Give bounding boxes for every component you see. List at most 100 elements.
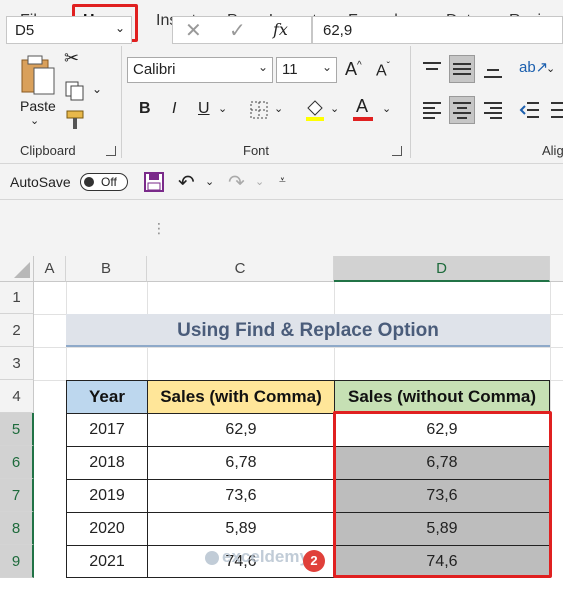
table-cell-with-comma[interactable]: 6,78 [147, 446, 335, 480]
sheet-title[interactable]: Using Find & Replace Option [66, 314, 550, 347]
formula-input[interactable]: 62,9 [312, 16, 563, 44]
font-group-label: Font [243, 143, 270, 158]
copy-dropdown-icon[interactable]: ⌄ [92, 82, 102, 96]
enter-icon[interactable]: ✓ [229, 18, 246, 43]
column-header-b[interactable]: B [66, 256, 147, 282]
selection-highlight-box [333, 411, 552, 578]
row-header-6[interactable]: 6 [0, 446, 34, 479]
autosave-label: AutoSave [10, 174, 71, 190]
header-without-comma[interactable]: Sales (without Comma) [334, 380, 550, 414]
watermark-text: exceldemy [222, 547, 309, 566]
increase-font-size-icon[interactable]: A^ [345, 59, 362, 80]
chevron-down-icon: ⌄ [321, 60, 332, 74]
font-name-combo[interactable]: Calibri ⌄ [127, 57, 273, 83]
column-header-d[interactable]: D [334, 256, 550, 282]
paste-label: Paste [20, 98, 56, 114]
table-cell-with-comma[interactable]: 73,6 [147, 479, 335, 513]
chevron-down-icon: ⌄ [257, 60, 268, 74]
header-year[interactable]: Year [66, 380, 148, 414]
save-icon[interactable] [143, 171, 165, 193]
watermark-logo-icon [205, 550, 219, 565]
column-header-e[interactable] [550, 256, 563, 282]
font-color-button[interactable]: A [352, 96, 374, 122]
customize-qat-icon[interactable]: ⩡ [279, 173, 286, 188]
table-cell-with-comma[interactable]: 62,9 [147, 413, 335, 447]
formula-bar-buttons: ✕ ✓ fx [172, 16, 312, 44]
orientation-dropdown-icon[interactable]: ⌄ [546, 62, 555, 75]
paste-button[interactable]: Paste ⌄ [14, 50, 60, 130]
cancel-icon[interactable]: ✕ [185, 18, 202, 43]
redo-icon[interactable]: ↷ [228, 170, 245, 195]
align-center-icon [453, 102, 471, 119]
gridline [34, 347, 563, 348]
fill-color-icon[interactable] [304, 97, 326, 121]
font-size-combo[interactable]: 11 ⌄ [276, 57, 337, 83]
font-color-dropdown-icon[interactable]: ⌄ [382, 102, 391, 115]
alignment-group-label: Alig [542, 143, 563, 158]
watermark: exceldemy [205, 547, 309, 567]
table-cell-with-comma[interactable]: 5,89 [147, 512, 335, 546]
chevron-down-icon: ⌄ [114, 21, 125, 35]
orientation-icon[interactable]: ab↗ [519, 58, 548, 76]
name-box-value: D5 [15, 22, 35, 39]
table-cell-year[interactable]: 2021 [66, 545, 148, 578]
paste-icon [21, 55, 55, 95]
formula-bar [0, 200, 563, 256]
select-all-corner[interactable] [0, 256, 34, 282]
align-left-icon[interactable] [421, 99, 443, 121]
group-separator [121, 46, 122, 158]
font-size-value: 11 [282, 61, 298, 78]
row-header-8[interactable]: 8 [0, 512, 34, 545]
step-badge-2: 2 [303, 550, 325, 572]
top-align-icon[interactable] [421, 60, 443, 80]
name-box[interactable]: D5 ⌄ [6, 16, 132, 44]
table-cell-year[interactable]: 2020 [66, 512, 148, 546]
table-cell-year[interactable]: 2019 [66, 479, 148, 513]
autosave-state: Off [101, 175, 117, 189]
align-right-icon[interactable] [482, 99, 504, 121]
header-with-comma[interactable]: Sales (with Comma) [147, 380, 335, 414]
font-dialog-launcher[interactable] [392, 146, 402, 156]
font-name-value: Calibri [133, 61, 176, 78]
align-center-button[interactable] [449, 96, 475, 124]
underline-button[interactable]: U [198, 100, 210, 118]
group-separator [410, 46, 411, 158]
middle-align-icon [453, 63, 471, 75]
borders-icon[interactable] [249, 100, 269, 120]
row-header-4[interactable]: 4 [0, 380, 34, 413]
row-header-7[interactable]: 7 [0, 479, 34, 512]
formula-input-value: 62,9 [323, 22, 353, 39]
middle-align-button[interactable] [449, 55, 475, 83]
select-all-triangle-icon [14, 262, 30, 278]
italic-button[interactable]: I [172, 100, 176, 118]
redo-dropdown-icon[interactable]: ⌄ [255, 175, 264, 188]
autosave-toggle[interactable]: Off [80, 173, 128, 191]
column-header-c[interactable]: C [147, 256, 334, 282]
row-header-9[interactable]: 9 [0, 545, 34, 578]
underline-dropdown-icon[interactable]: ⌄ [218, 102, 227, 115]
row-header-2[interactable]: 2 [0, 314, 34, 347]
format-painter-icon[interactable] [64, 108, 88, 132]
increase-indent-icon[interactable] [549, 99, 563, 121]
clipboard-dialog-launcher[interactable] [106, 146, 116, 156]
undo-dropdown-icon[interactable]: ⌄ [205, 175, 214, 188]
fill-color-dropdown-icon[interactable]: ⌄ [330, 102, 339, 115]
table-cell-year[interactable]: 2018 [66, 446, 148, 480]
table-cell-year[interactable]: 2017 [66, 413, 148, 447]
row-header-1[interactable]: 1 [0, 282, 34, 314]
toggle-knob [84, 177, 94, 187]
bottom-align-icon[interactable] [482, 62, 504, 82]
row-header-3[interactable]: 3 [0, 347, 34, 380]
copy-icon[interactable] [64, 80, 86, 102]
row-header-5[interactable]: 5 [0, 413, 34, 446]
bold-button[interactable]: B [139, 100, 151, 118]
column-header-a[interactable]: A [34, 256, 66, 282]
borders-dropdown-icon[interactable]: ⌄ [274, 102, 283, 115]
decrease-font-size-icon[interactable]: Aˇ [376, 61, 390, 80]
cut-icon[interactable]: ✂ [64, 48, 79, 69]
undo-icon[interactable]: ↶ [178, 170, 195, 195]
clipboard-group-label: Clipboard [20, 143, 76, 158]
decrease-indent-icon[interactable] [519, 99, 541, 121]
paste-dropdown-icon: ⌄ [30, 115, 40, 127]
insert-function-icon[interactable]: fx [273, 20, 288, 39]
